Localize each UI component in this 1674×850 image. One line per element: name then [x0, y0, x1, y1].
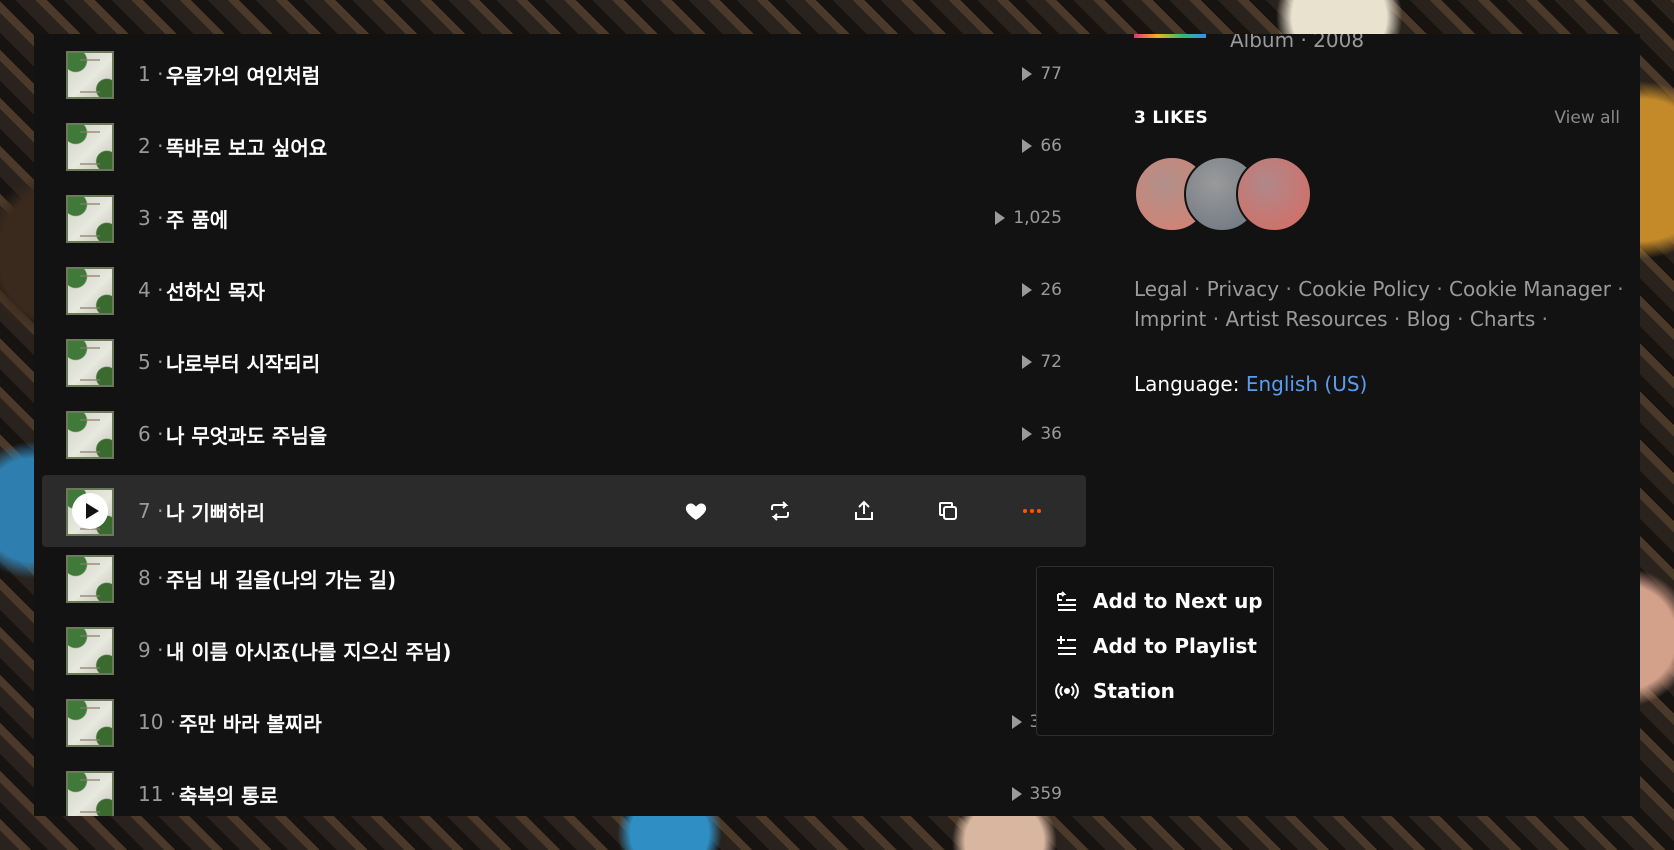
track-row[interactable]: 10 · 주만 바라 볼찌라 390 — [42, 686, 1086, 758]
footer-link-cookie-manager[interactable]: Cookie Manager — [1449, 277, 1611, 301]
track-row-hovered[interactable]: 7 · 나 기뻐하리 — [42, 475, 1086, 547]
play-count: 66 — [1022, 136, 1062, 156]
track-title[interactable]: 우물가의 여인처럼 — [166, 60, 320, 89]
track-title[interactable]: 주님 내 길을(나의 가는 길) — [166, 564, 396, 593]
play-count-icon — [1011, 787, 1022, 801]
more-icon — [1023, 509, 1041, 513]
repost-icon — [771, 501, 789, 521]
menu-item-station[interactable]: Station — [1055, 673, 1175, 709]
station-icon — [1055, 682, 1079, 700]
likers-avatars — [1134, 156, 1334, 232]
track-actions — [682, 475, 1062, 547]
play-count: 72 — [1022, 352, 1062, 372]
footer-link-artist-resources[interactable]: Artist Resources — [1225, 307, 1387, 331]
play-count: 77 — [1022, 64, 1062, 84]
track-title[interactable]: 나로부터 시작되리 — [166, 348, 320, 377]
track-artwork — [66, 51, 114, 99]
footer-link-blog[interactable]: Blog — [1407, 307, 1451, 331]
track-number: 4 · — [138, 278, 164, 302]
track-artwork — [66, 123, 114, 171]
language-selector: Language: English (US) — [1134, 372, 1367, 396]
track-number: 3 · — [138, 206, 164, 230]
play-count-icon — [1022, 139, 1033, 153]
language-label: Language: — [1134, 372, 1240, 396]
track-number: 11 · — [138, 782, 177, 806]
play-count-icon — [1022, 355, 1033, 369]
track-number: 7 · — [138, 499, 164, 523]
play-button[interactable] — [72, 493, 108, 529]
track-artwork — [66, 195, 114, 243]
more-button[interactable] — [1018, 497, 1046, 525]
track-row[interactable]: 4 · 선하신 목자 26 — [42, 254, 1086, 326]
footer-link-charts[interactable]: Charts — [1470, 307, 1535, 331]
track-title[interactable]: 내 이름 아시죠(나를 지으신 주님) — [166, 636, 451, 665]
track-title[interactable]: 주 품에 — [166, 204, 228, 233]
track-artwork — [66, 699, 114, 747]
play-count: 36 — [1022, 424, 1062, 444]
track-number: 8 · — [138, 566, 164, 590]
play-count-icon — [1022, 283, 1033, 297]
menu-item-label: Station — [1093, 679, 1175, 703]
play-count: 26 — [1022, 280, 1062, 300]
track-number: 1 · — [138, 62, 164, 86]
play-count: 359 — [1011, 784, 1062, 804]
menu-item-add-to-playlist[interactable]: Add to Playlist — [1055, 628, 1257, 664]
track-title[interactable]: 나 기뻐하리 — [166, 497, 265, 526]
track-row[interactable]: 9 · 내 이름 아시죠(나를 지으신 주님) — [42, 614, 1086, 686]
heart-icon — [685, 503, 707, 520]
track-number: 10 · — [138, 710, 177, 734]
album-meta: Album · 2008 — [1230, 34, 1365, 52]
track-title[interactable]: 똑바로 보고 싶어요 — [166, 132, 327, 161]
share-icon — [855, 500, 873, 520]
play-count-icon — [1022, 67, 1033, 81]
track-row[interactable]: 3 · 주 품에 1,025 — [42, 182, 1086, 254]
menu-item-label: Add to Next up — [1093, 589, 1263, 613]
play-count: 1,025 — [995, 208, 1062, 228]
track-title[interactable]: 주만 바라 볼찌라 — [179, 708, 322, 737]
language-link[interactable]: English (US) — [1246, 372, 1368, 396]
track-row[interactable]: 11 · 축복의 통로 359 — [42, 758, 1086, 816]
track-artwork — [66, 627, 114, 675]
play-count-icon — [1022, 427, 1033, 441]
album-color-bar — [1134, 34, 1206, 38]
track-more-menu: Add to Next up Add to Playlist Station — [1036, 566, 1274, 736]
footer-links: Legal · Privacy · Cookie Policy · Cookie… — [1134, 277, 1624, 331]
view-all-link[interactable]: View all — [1554, 108, 1620, 128]
footer-link-privacy[interactable]: Privacy — [1207, 277, 1279, 301]
track-title[interactable]: 나 무엇과도 주님을 — [166, 420, 327, 449]
track-row[interactable]: 2 · 똑바로 보고 싶어요 66 — [42, 110, 1086, 182]
like-button[interactable] — [682, 497, 710, 525]
track-number: 2 · — [138, 134, 164, 158]
copy-icon — [939, 502, 957, 520]
album-page-panel: 1 · 우물가의 여인처럼 77 2 · 똑바로 보고 싶어요 66 3 · 주… — [34, 34, 1640, 816]
likes-title: 3 LIKES — [1134, 108, 1209, 128]
track-number: 5 · — [138, 350, 164, 374]
track-number: 9 · — [138, 638, 164, 662]
track-title[interactable]: 축복의 통로 — [179, 780, 278, 809]
playlist-icon — [1057, 636, 1076, 655]
next-up-icon — [1057, 591, 1076, 611]
track-row[interactable]: 1 · 우물가의 여인처럼 77 — [42, 38, 1086, 110]
track-artwork — [66, 411, 114, 459]
track-artwork — [66, 771, 114, 816]
play-count-icon — [995, 211, 1006, 225]
track-row[interactable]: 8 · 주님 내 길을(나의 가는 길) — [42, 542, 1086, 614]
track-row[interactable]: 5 · 나로부터 시작되리 72 — [42, 326, 1086, 398]
footer-link-legal[interactable]: Legal — [1134, 277, 1188, 301]
share-button[interactable] — [850, 497, 878, 525]
repost-button[interactable] — [766, 497, 794, 525]
track-number: 6 · — [138, 422, 164, 446]
menu-item-label: Add to Playlist — [1093, 634, 1257, 658]
track-artwork — [66, 267, 114, 315]
footer-link-imprint[interactable]: Imprint — [1134, 307, 1206, 331]
avatar[interactable] — [1236, 156, 1312, 232]
track-title[interactable]: 선하신 목자 — [166, 276, 265, 305]
track-row[interactable]: 6 · 나 무엇과도 주님을 36 — [42, 398, 1086, 470]
track-artwork — [66, 339, 114, 387]
copy-link-button[interactable] — [934, 497, 962, 525]
play-count-icon — [1011, 715, 1022, 729]
footer-link-cookie-policy[interactable]: Cookie Policy — [1298, 277, 1430, 301]
track-artwork — [66, 555, 114, 603]
menu-item-add-to-next-up[interactable]: Add to Next up — [1055, 583, 1263, 619]
